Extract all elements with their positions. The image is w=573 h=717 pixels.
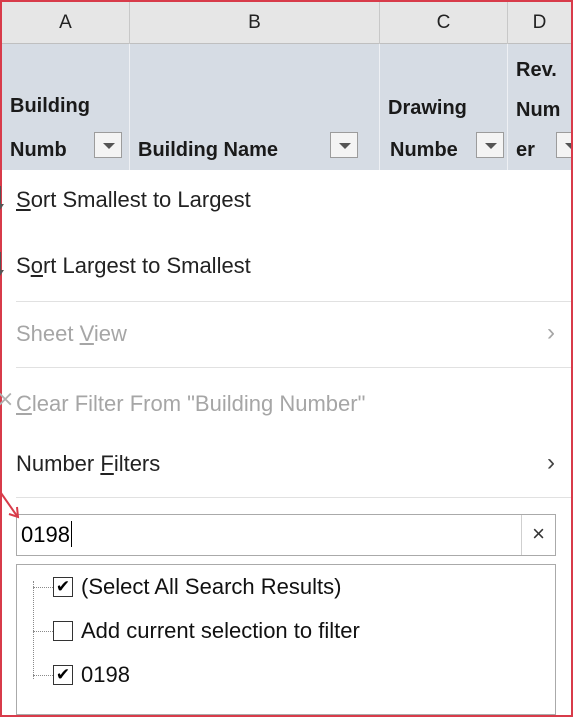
menu-sheet-view[interactable]: Sheet View [16, 316, 127, 352]
checkbox-select-all[interactable]: ✔ [53, 577, 73, 597]
column-header-row: A B C D [2, 2, 571, 44]
filter-dropdown-rev-number[interactable] [556, 132, 571, 158]
chevron-right-icon: › [547, 449, 555, 476]
tree-connector [33, 631, 53, 632]
filter-dropdown-building-number[interactable] [94, 132, 122, 158]
column-header-a[interactable]: A [2, 2, 130, 44]
tree-connector [33, 675, 53, 676]
header-rev-number-line2: Num [516, 99, 561, 121]
header-cell-building-name: Building Name [130, 44, 380, 170]
list-item-label: Add current selection to filter [81, 618, 360, 643]
checkbox-add-selection[interactable] [53, 621, 73, 641]
filter-dropdown-drawing-number[interactable] [476, 132, 504, 158]
header-cell-drawing-number: Drawing Numbe [380, 44, 508, 170]
filter-search-input[interactable]: 0198 [21, 515, 72, 555]
clear-filter-icon: ⨯ [0, 386, 15, 411]
list-item-label: 0198 [81, 662, 130, 687]
list-item-label: (Select All Search Results) [81, 574, 342, 599]
menu-separator [16, 301, 571, 302]
list-item[interactable]: Add current selection to filter [17, 611, 537, 651]
header-drawing-number-line2: Numbe [390, 139, 458, 161]
annotation-arrow-icon [0, 492, 20, 519]
menu-sort-largest-to-smallest[interactable]: Sort Largest to Smallest [16, 248, 251, 284]
list-item[interactable]: ✔ 0198 [17, 655, 537, 695]
filter-values-list: ✔ (Select All Search Results) Add curren… [16, 564, 556, 715]
filter-search-box[interactable]: 0198 × [16, 514, 556, 556]
header-cell-building-number: Building Numb [2, 44, 130, 170]
header-rev-number-line1: Rev. [516, 59, 557, 81]
column-header-d[interactable]: D [508, 2, 571, 44]
list-item[interactable]: ✔ (Select All Search Results) [17, 567, 537, 607]
filter-dropdown-building-name[interactable] [330, 132, 358, 158]
table-header-row: Building Numb Building Name Drawing Numb… [2, 44, 571, 170]
header-building-number-line1: Building [10, 95, 90, 117]
sort-descending-icon [0, 250, 4, 280]
menu-separator [16, 497, 571, 498]
chevron-right-icon: › [547, 319, 555, 346]
text-caret [70, 521, 72, 547]
tree-connector [33, 587, 53, 588]
clear-search-button[interactable]: × [521, 515, 555, 555]
close-icon: × [532, 521, 545, 546]
menu-separator [16, 367, 571, 368]
checkmark-icon: ✔ [55, 665, 71, 684]
header-building-name: Building Name [138, 139, 279, 161]
checkmark-icon: ✔ [55, 577, 71, 596]
header-rev-number-line3: er [516, 139, 535, 161]
column-header-b[interactable]: B [130, 2, 380, 44]
sort-ascending-icon [0, 184, 4, 214]
menu-sort-smallest-to-largest[interactable]: Sort Smallest to Largest [16, 182, 251, 218]
header-cell-rev-number: Rev. Num er [508, 44, 571, 170]
autofilter-menu: Sort Smallest to Largest Sort Largest to… [0, 170, 571, 715]
checkbox-value-0198[interactable]: ✔ [53, 665, 73, 685]
column-header-c[interactable]: C [380, 2, 508, 44]
menu-clear-filter[interactable]: Clear Filter From "Building Number" [16, 386, 365, 422]
header-drawing-number-line1: Drawing [388, 97, 467, 119]
menu-number-filters[interactable]: Number Filters [16, 446, 160, 482]
header-building-number-line2: Numb [10, 139, 67, 161]
